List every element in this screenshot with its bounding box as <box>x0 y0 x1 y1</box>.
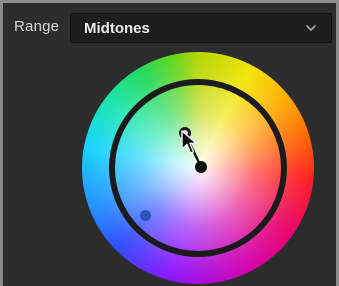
range-dropdown[interactable]: Midtones <box>70 13 332 43</box>
chevron-down-icon <box>306 25 316 31</box>
wheel-center-dot <box>195 161 207 173</box>
range-selected-value: Midtones <box>84 20 150 37</box>
shadow-puck-indicator[interactable] <box>140 210 151 221</box>
range-label: Range <box>14 18 60 35</box>
panel-top-border <box>3 0 339 3</box>
arrow-cursor-icon <box>181 130 198 154</box>
color-wheel-panel: Range Midtones <box>0 0 339 286</box>
color-wheel[interactable] <box>82 52 314 284</box>
